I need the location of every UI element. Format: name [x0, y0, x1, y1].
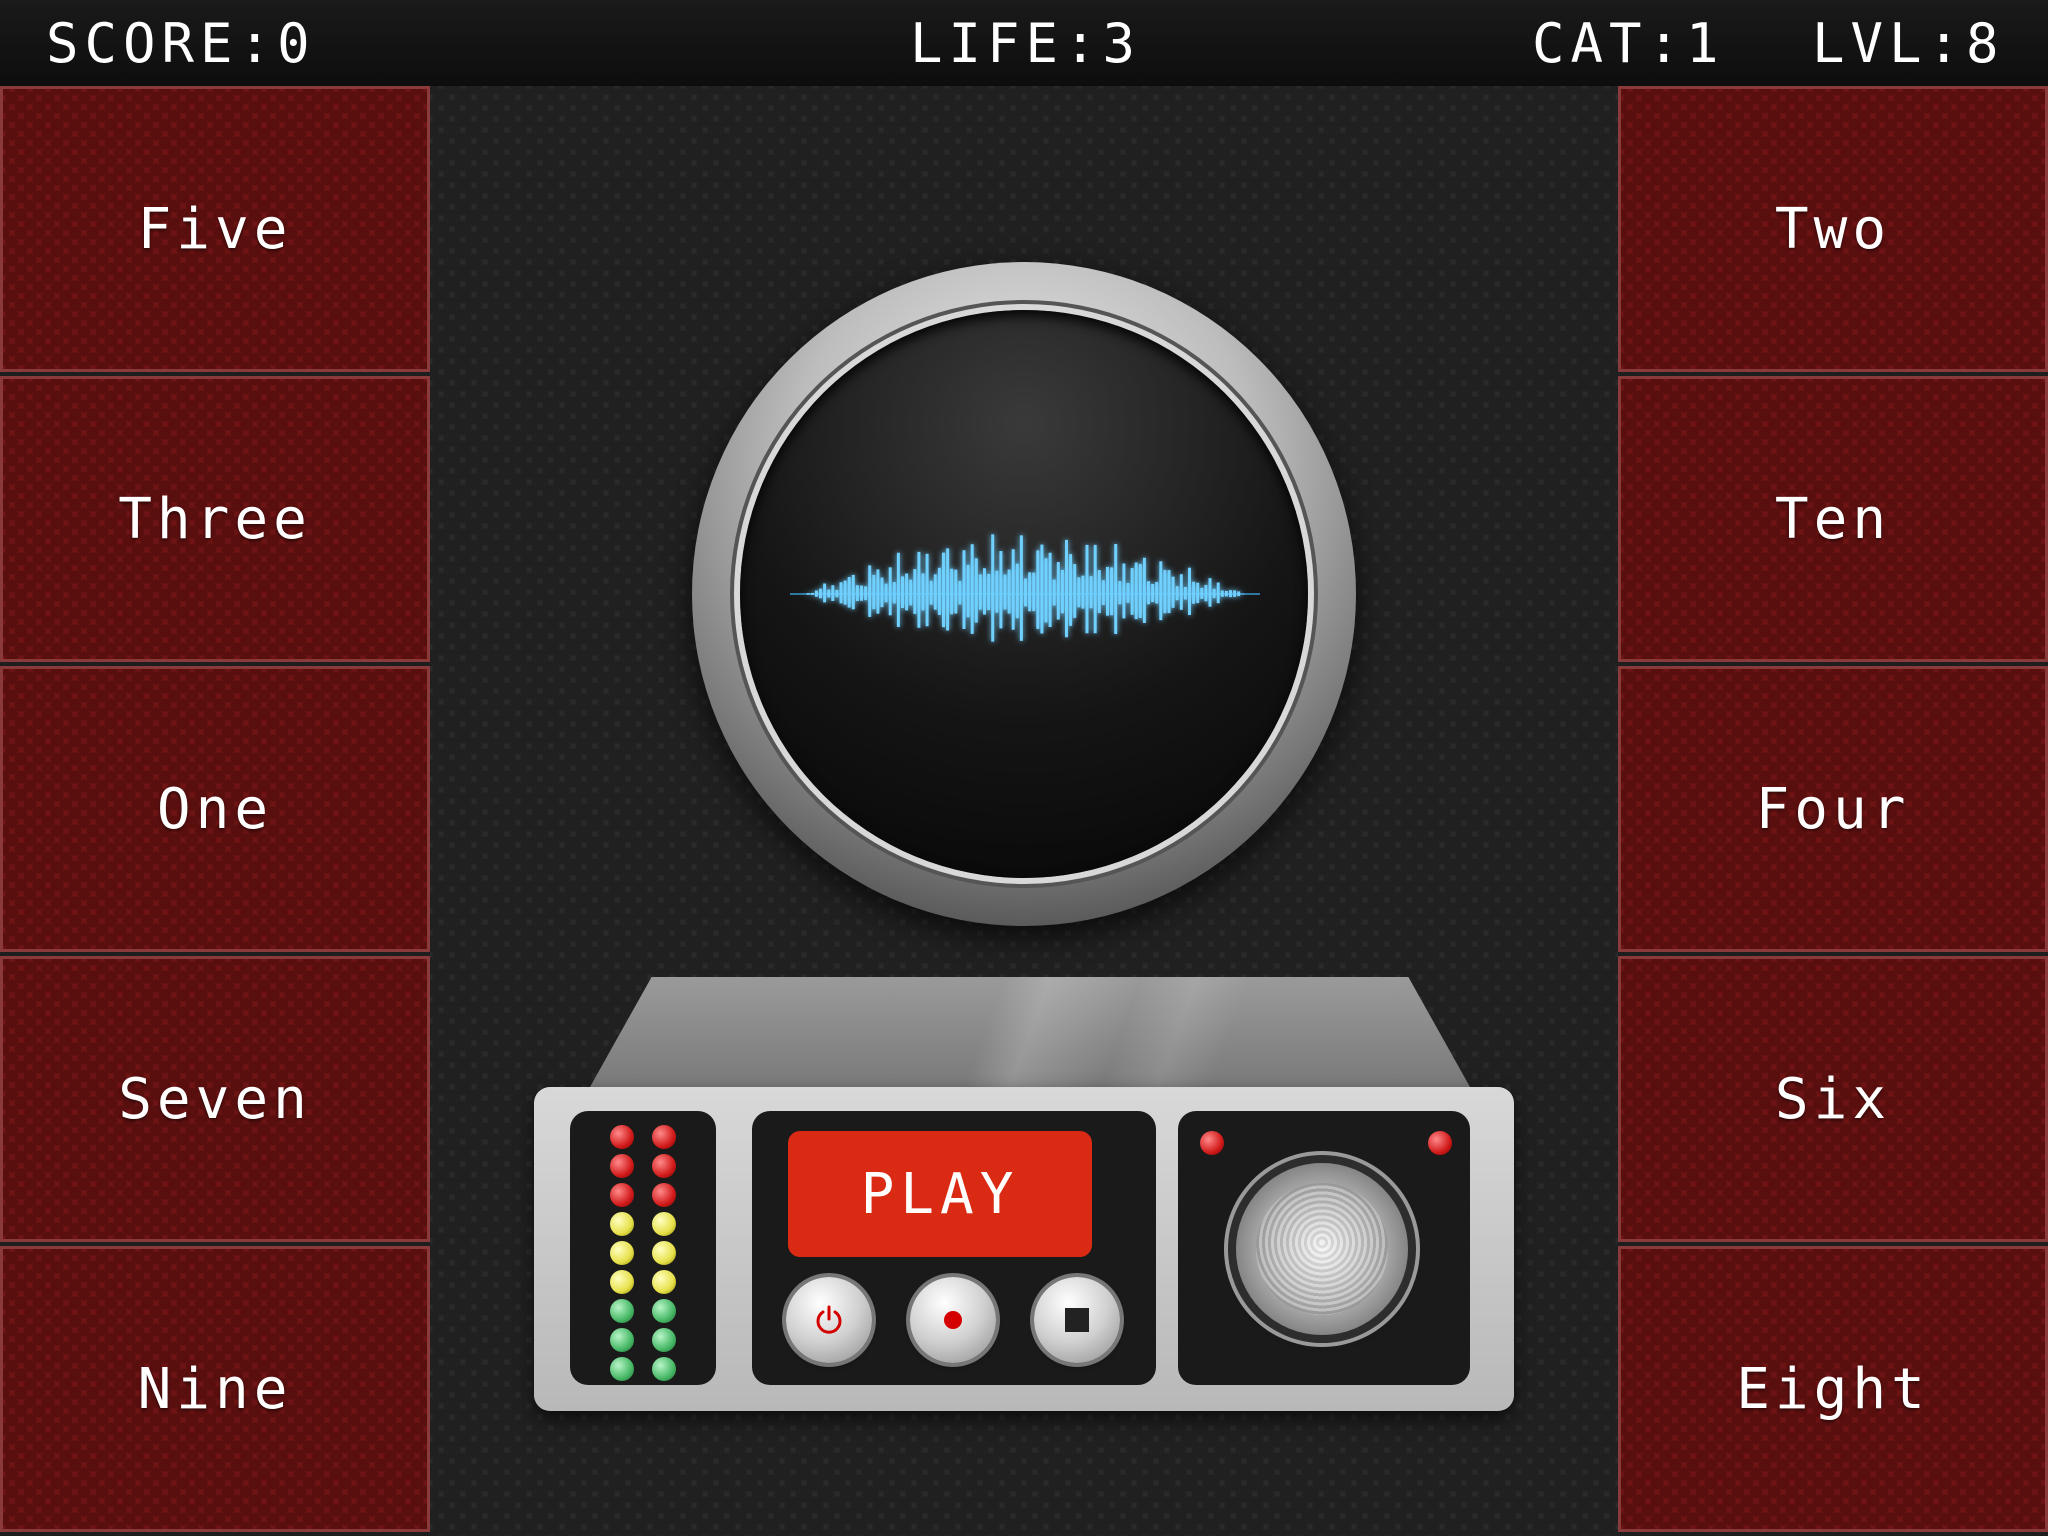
speaker-screen — [740, 310, 1308, 878]
level-meter — [570, 1111, 716, 1385]
led-yellow — [610, 1241, 634, 1265]
answer-label: Eight — [1736, 1356, 1930, 1422]
answer-label: Four — [1755, 776, 1911, 842]
speaker-dial — [692, 262, 1356, 926]
answer-tile[interactable]: Three — [0, 376, 430, 662]
record-icon — [944, 1311, 962, 1329]
led-yellow — [610, 1270, 634, 1294]
play-label: PLAY — [860, 1161, 1020, 1227]
left-answer-column: Five Three One Seven Nine — [0, 86, 430, 1536]
led-yellow — [652, 1241, 676, 1265]
power-button[interactable] — [786, 1277, 872, 1363]
life-display: LIFE:3 — [910, 12, 1142, 75]
led-red — [610, 1125, 634, 1149]
score-display: SCORE:0 — [46, 12, 316, 75]
answer-tile[interactable]: Seven — [0, 956, 430, 1242]
answer-tile[interactable]: Four — [1618, 666, 2048, 952]
sound-wave-icon — [790, 534, 1260, 642]
answer-tile[interactable]: Six — [1618, 956, 2048, 1242]
volume-knob[interactable] — [1236, 1163, 1408, 1335]
answer-tile[interactable]: Two — [1618, 86, 2048, 372]
answer-label: Six — [1774, 1066, 1892, 1132]
led-green — [610, 1299, 634, 1323]
led-green — [610, 1328, 634, 1352]
answer-tile[interactable]: Five — [0, 86, 430, 372]
led-green — [652, 1299, 676, 1323]
right-answer-column: Two Ten Four Six Eight — [1618, 86, 2048, 1536]
stop-icon — [1065, 1308, 1089, 1332]
answer-tile[interactable]: Eight — [1618, 1246, 2048, 1532]
answer-label: Seven — [118, 1066, 312, 1132]
device-top-cover — [590, 977, 1470, 1087]
led-green — [652, 1357, 676, 1381]
knob-panel — [1178, 1111, 1470, 1385]
led-red — [610, 1183, 634, 1207]
answer-label: One — [156, 776, 274, 842]
led-red — [652, 1125, 676, 1149]
indicator-led — [1200, 1131, 1224, 1155]
category-display: CAT:1 — [1532, 12, 1725, 75]
led-yellow — [652, 1212, 676, 1236]
led-yellow — [610, 1212, 634, 1236]
level-display: LVL:8 — [1812, 12, 2005, 75]
led-yellow — [652, 1270, 676, 1294]
led-red — [652, 1183, 676, 1207]
answer-tile[interactable]: Nine — [0, 1246, 430, 1532]
play-button[interactable]: PLAY — [788, 1131, 1092, 1257]
answer-label: Three — [118, 486, 312, 552]
indicator-led — [1428, 1131, 1452, 1155]
led-red — [652, 1154, 676, 1178]
control-panel: PLAY — [752, 1111, 1156, 1385]
answer-label: Five — [137, 196, 293, 262]
led-green — [652, 1328, 676, 1352]
answer-label: Ten — [1774, 486, 1892, 552]
answer-label: Nine — [137, 1356, 293, 1422]
answer-tile[interactable]: Ten — [1618, 376, 2048, 662]
stop-button[interactable] — [1034, 1277, 1120, 1363]
led-red — [610, 1154, 634, 1178]
led-green — [610, 1357, 634, 1381]
answer-tile[interactable]: One — [0, 666, 430, 952]
hud-bar: SCORE:0 LIFE:3 CAT:1 LVL:8 — [0, 0, 2048, 86]
power-icon — [816, 1305, 842, 1334]
record-button[interactable] — [910, 1277, 996, 1363]
audio-device: PLAY — [534, 1087, 1514, 1411]
answer-label: Two — [1774, 196, 1892, 262]
